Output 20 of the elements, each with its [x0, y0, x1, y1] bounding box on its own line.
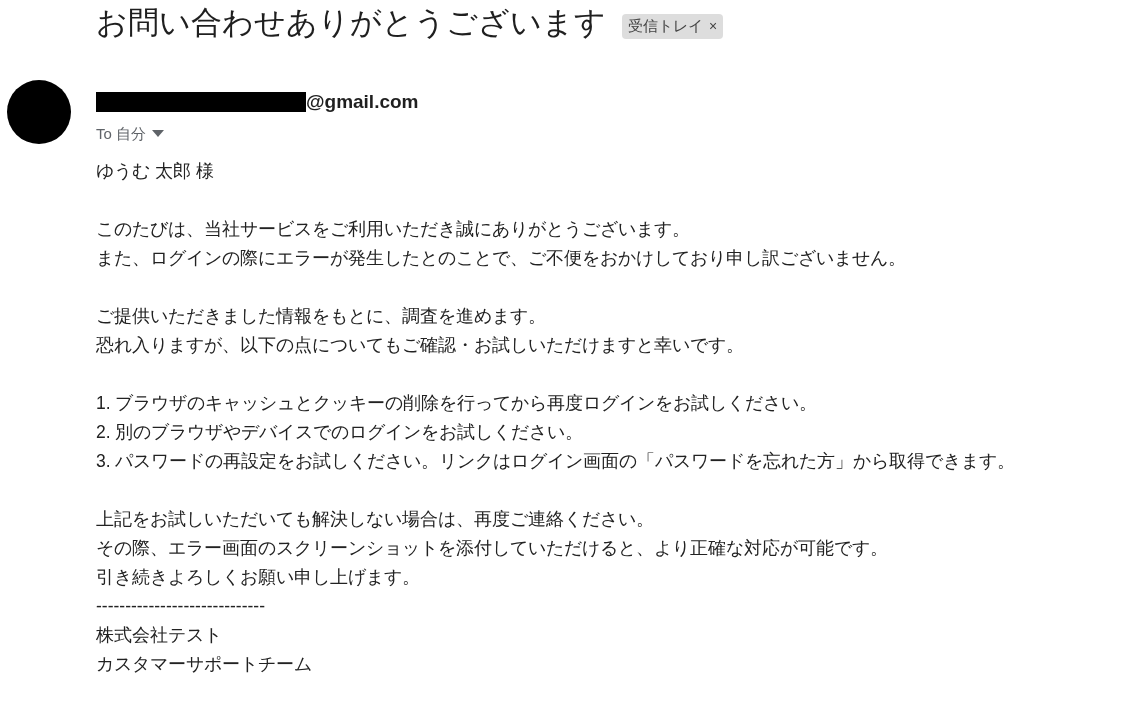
- body-line: このたびは、当社サービスをご利用いただき誠にありがとうございます。: [96, 218, 691, 241]
- body-line: カスタマーサポートチーム: [96, 653, 313, 676]
- body-line: 上記をお試しいただいても解決しない場合は、再度ご連絡ください。: [96, 508, 655, 531]
- body-line: 引き続きよろしくお願い申し上げます。: [96, 566, 421, 589]
- sender-address: @gmail.com: [306, 90, 419, 114]
- body-line: 1. ブラウザのキャッシュとクッキーの削除を行ってから再度ログインをお試しください。: [96, 392, 819, 415]
- remove-label-button[interactable]: ×: [709, 15, 718, 37]
- email-subject: お問い合わせありがとうございます: [96, 4, 606, 42]
- body-line: その際、エラー画面のスクリーンショットを添付していただけると、より正確な対応が可能です。: [96, 537, 889, 560]
- body-line: 株式会社テスト: [96, 624, 223, 647]
- dropdown-caret-icon[interactable]: [152, 130, 164, 138]
- inbox-label: 受信トレイ ×: [622, 14, 724, 39]
- recipient-text: To 自分: [96, 123, 146, 144]
- body-line: 2. 別のブラウザやデバイスでのログインをお試しください。: [96, 421, 585, 444]
- body-line: 3. パスワードの再設定をお試しください。リンクはログイン画面の「パスワードを忘れた方」から取得できます。: [96, 450, 1017, 473]
- body-line: 恐れ入りますが、以下の点についてもご確認・お試しいただけますと幸いです。: [96, 334, 745, 357]
- body-line: ゆうむ 太郎 様: [96, 160, 215, 183]
- body-line: ご提供いただきました情報をもとに、調査を進めます。: [96, 305, 547, 328]
- body-line: -----------------------------: [96, 595, 266, 618]
- body-line: また、ログインの際にエラーが発生したとのことで、ご不便をおかけしており申し訳ございません。: [96, 247, 907, 270]
